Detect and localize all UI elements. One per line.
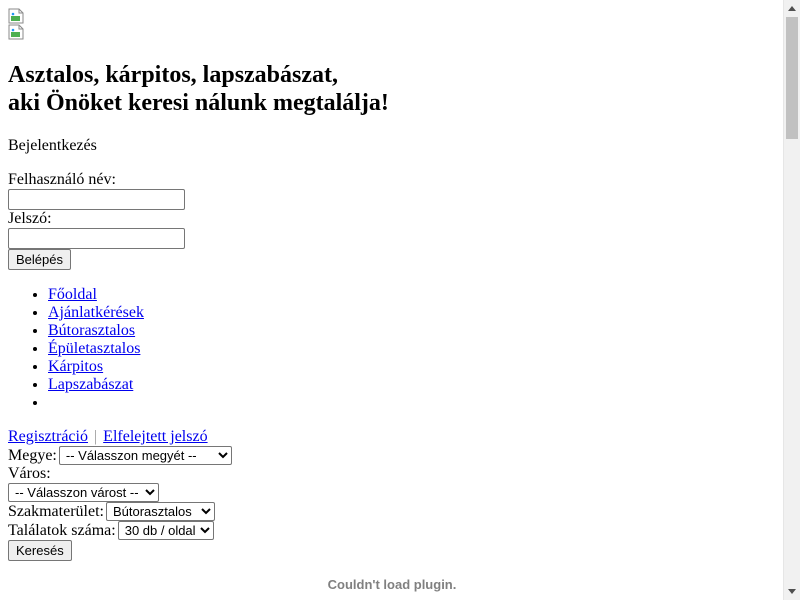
city-select[interactable]: -- Válasszon várost -- [8,483,159,502]
nav-item-empty [48,394,775,412]
field-select[interactable]: Bútorasztalos [105,502,215,521]
username-input[interactable] [8,189,185,210]
password-input[interactable] [8,228,185,249]
scrollbar-thumb[interactable] [786,17,798,139]
page-content: Asztalos, kárpitos, lapszabászat, aki Ön… [0,0,783,600]
scroll-down-arrow-icon[interactable] [784,583,800,600]
account-links-separator: | [93,428,98,445]
page-headline: Asztalos, kárpitos, lapszabászat, aki Ön… [8,61,775,117]
field-label: Szakmaterület: [8,503,104,520]
results-row: Találatok száma: 30 db / oldal [8,521,775,540]
login-form: Felhasználó név: Jelszó: Belépés [8,171,775,270]
county-row: Megye: -- Válasszon megyét -- [8,446,775,465]
results-label: Találatok száma: [8,522,116,539]
city-row: -- Válasszon várost -- [8,483,775,502]
nav-item-home: Főoldal [48,286,775,304]
city-label-row: Város: [8,465,775,483]
forgot-password-link[interactable]: Elfelejtett jelszó [103,428,207,445]
headline-line-2: aki Önöket keresi nálunk megtalálja! [8,90,389,116]
nav-link-panel-cutting[interactable]: Lapszabászat [48,376,133,393]
nav-link-upholsterer[interactable]: Kárpitos [48,358,103,375]
register-link[interactable]: Regisztráció [8,428,88,445]
nav-item-requests: Ajánlatkérések [48,304,775,322]
vertical-scrollbar[interactable] [783,0,800,600]
nav-item-upholsterer: Kárpitos [48,358,775,376]
nav-link-furniture-joiner[interactable]: Bútorasztalos [48,322,135,339]
plugin-error-message: Couldn't load plugin. [327,577,457,592]
county-select[interactable]: -- Válasszon megyét -- [58,446,232,465]
nav-item-furniture-joiner: Bútorasztalos [48,322,775,340]
scroll-up-arrow-icon[interactable] [784,0,800,17]
city-label: Város: [8,465,51,482]
login-title: Bejelentkezés [8,137,97,154]
page-viewport: Asztalos, kárpitos, lapszabászat, aki Ön… [0,0,783,600]
nav-link-requests[interactable]: Ajánlatkérések [48,304,144,321]
headline-line-1: Asztalos, kárpitos, lapszabászat, [8,62,339,88]
county-label: Megye: [8,447,57,464]
results-select[interactable]: 30 db / oldal [117,521,214,540]
search-form: Megye: -- Válasszon megyét -- Város: -- … [8,446,775,561]
login-button[interactable]: Belépés [8,249,71,270]
broken-image-icon-logo [8,8,24,24]
account-links: Regisztráció | Elfelejtett jelszó [8,428,775,446]
broken-image-icon-banner [8,24,24,40]
nav-item-panel-cutting: Lapszabászat [48,376,775,394]
nav-link-building-joiner[interactable]: Épületasztalos [48,340,140,357]
username-label: Felhasználó név: [8,171,116,188]
search-button[interactable]: Keresés [8,540,72,561]
field-row: Szakmaterület: Bútorasztalos [8,502,775,521]
nav-item-building-joiner: Épületasztalos [48,340,775,358]
main-nav: Főoldal Ajánlatkérések Bútorasztalos Épü… [8,286,775,412]
password-label: Jelszó: [8,210,52,227]
nav-link-home[interactable]: Főoldal [48,286,97,303]
